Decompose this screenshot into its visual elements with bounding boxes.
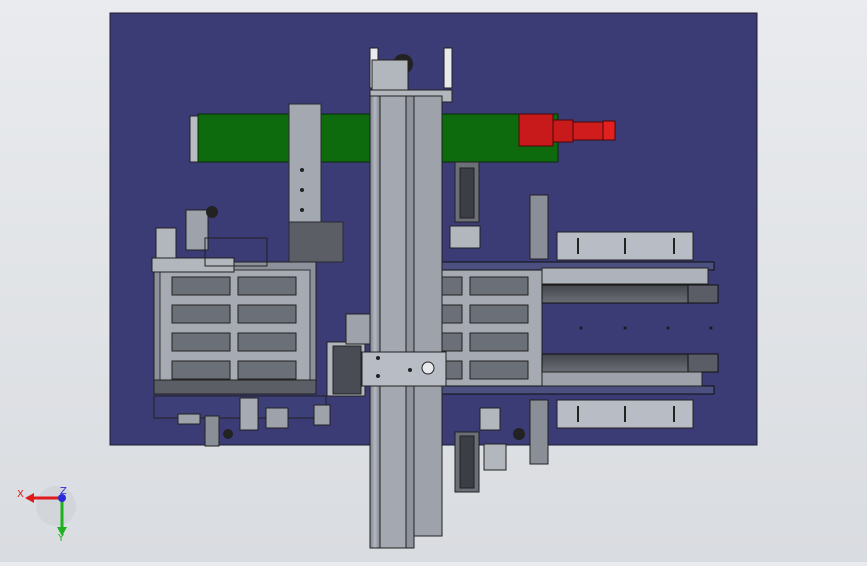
cad-viewport[interactable]: X Z Y bbox=[0, 0, 867, 562]
triad-x-label: X bbox=[17, 489, 24, 500]
gantry-column[interactable] bbox=[361, 47, 453, 549]
triad-origin bbox=[36, 486, 76, 526]
triad-y-label: Y bbox=[57, 533, 65, 544]
orientation-triad: X Z Y bbox=[17, 486, 76, 544]
triad-z-label: Z bbox=[60, 486, 67, 497]
right-tray[interactable] bbox=[431, 267, 543, 387]
assembly-drawing: X Z Y bbox=[17, 12, 758, 549]
